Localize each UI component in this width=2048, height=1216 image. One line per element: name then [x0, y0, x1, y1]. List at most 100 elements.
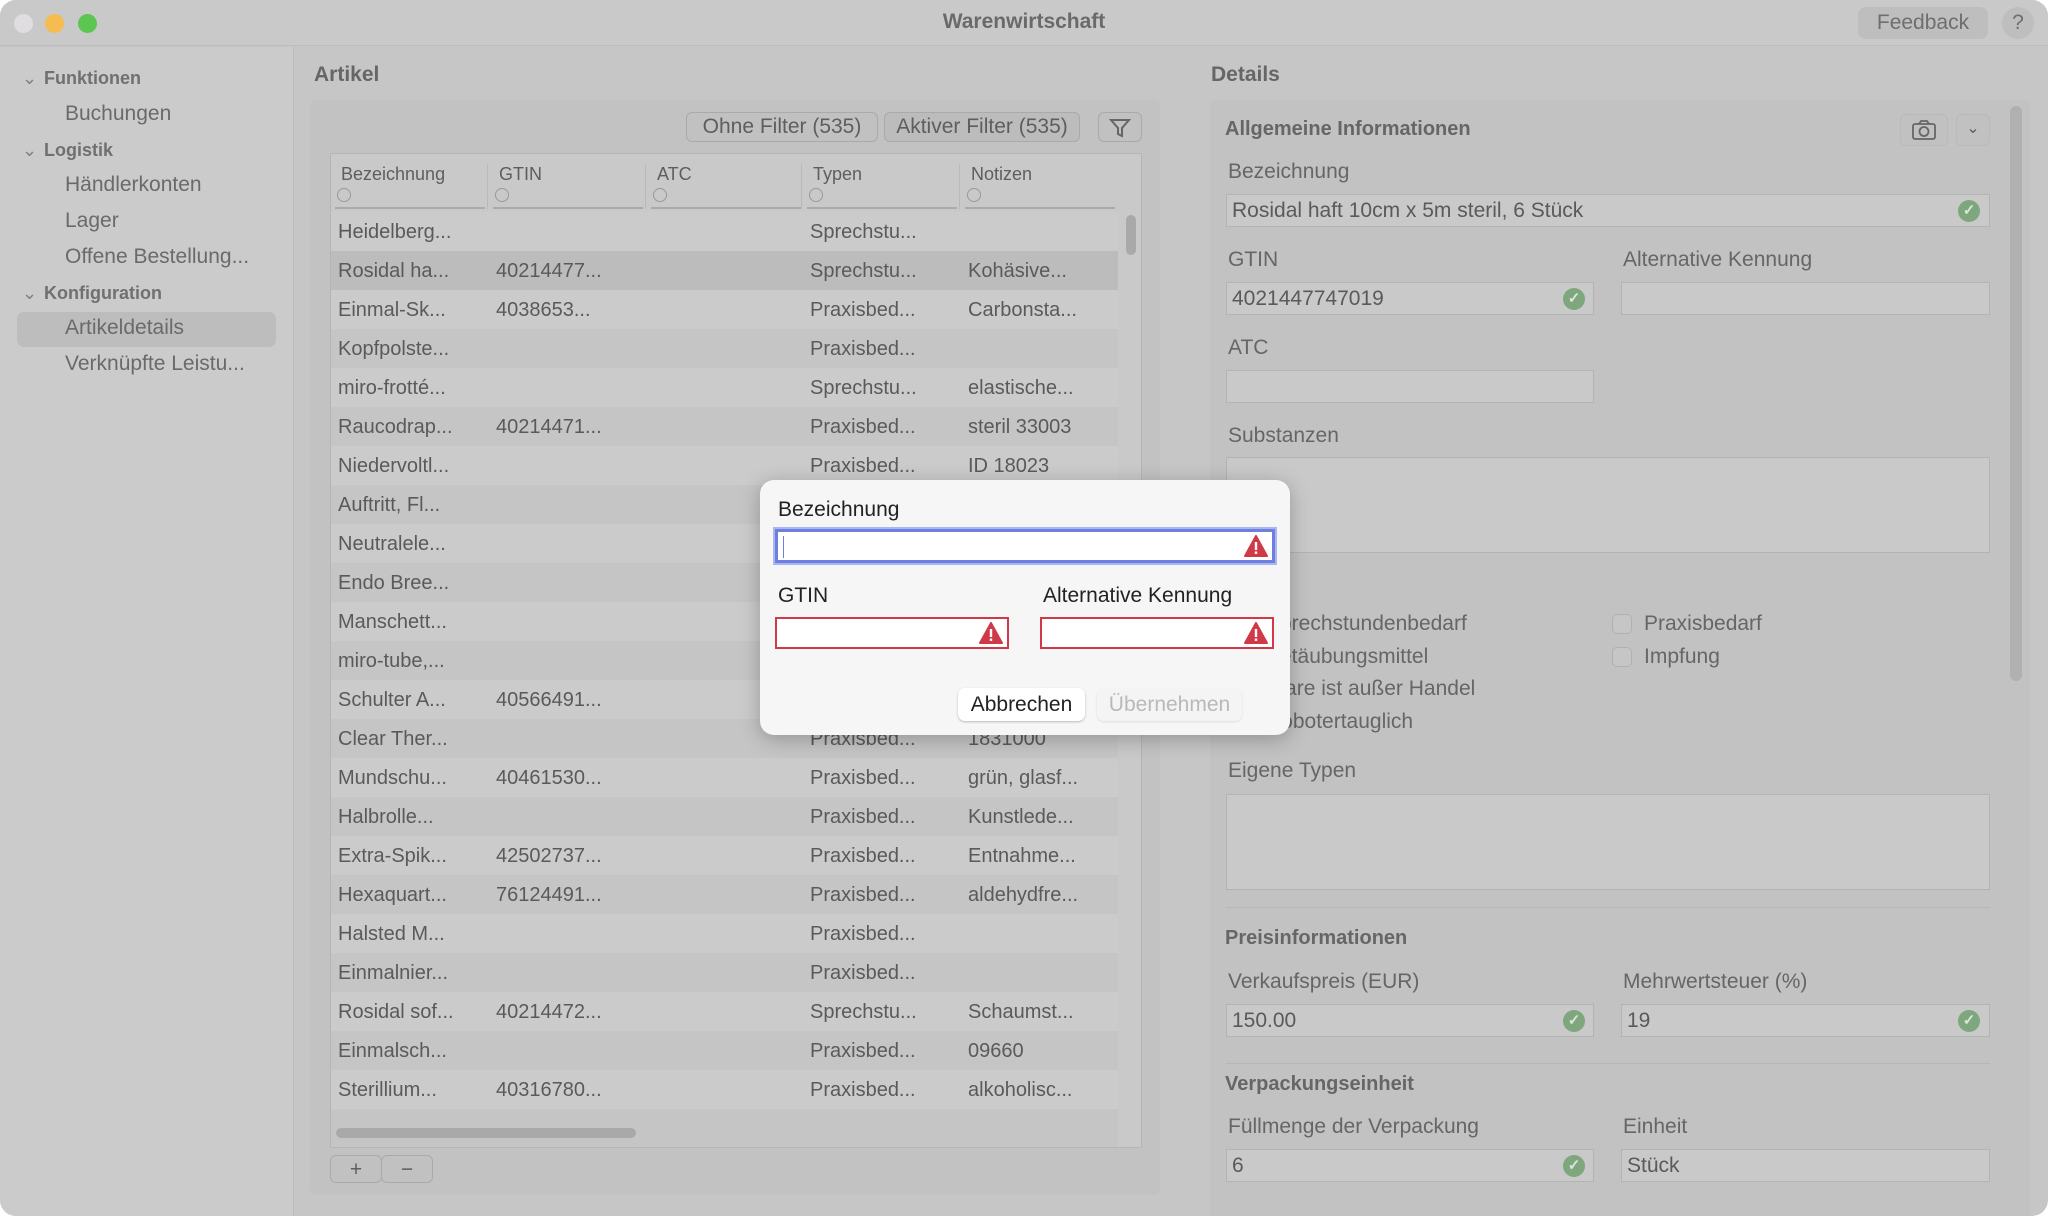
table-cell-gtin: 40566491... [496, 689, 602, 711]
more-dropdown-button[interactable]: ⌄ [1956, 114, 1990, 146]
divider [1226, 907, 1990, 908]
table-row[interactable]: Heidelberg... Sprechstu... [331, 212, 1118, 251]
column-filter-icon[interactable] [495, 188, 509, 202]
dialog-gtin-input[interactable] [775, 617, 1009, 649]
table-cell-gtin: 4038653... [496, 299, 591, 321]
column-separator[interactable] [801, 164, 802, 209]
column-filter-line [335, 207, 485, 209]
apply-button[interactable]: Übernehmen [1097, 688, 1242, 721]
price-heading: Preisinformationen [1225, 927, 1408, 949]
table-cell-typen: Praxisbed... [810, 884, 916, 906]
table-cell-typen: Praxisbed... [810, 962, 916, 984]
sidebar-item-lager[interactable]: Lager [65, 209, 119, 233]
atc-field[interactable] [1226, 370, 1594, 403]
table-row[interactable]: miro-frotté... Sprechstu... elastische... [331, 368, 1118, 407]
fuellmenge-field[interactable]: 6 [1226, 1149, 1594, 1182]
alt-kennung-field[interactable] [1621, 282, 1990, 315]
column-header-notizen[interactable]: Notizen [971, 164, 1032, 185]
filter-active-button[interactable]: Aktiver Filter (535) [884, 112, 1080, 142]
column-header-gtin[interactable]: GTIN [499, 164, 542, 185]
table-row[interactable]: Sterillium... 40316780... Praxisbed... alko… [331, 1070, 1118, 1109]
einheit-field[interactable]: Stück [1621, 1149, 1990, 1182]
checkbox-label: Ware ist außer Handel [1266, 677, 1476, 700]
table-row[interactable]: Extra-Spik... 42502737... Praxisbed... Entn… [331, 836, 1118, 875]
general-info-heading: Allgemeine Informationen [1225, 118, 1471, 140]
sidebar-section-funktionen[interactable]: ⌄ Funktionen [22, 68, 141, 89]
section-label: Funktionen [44, 68, 141, 88]
column-separator[interactable] [487, 164, 488, 209]
checkbox-praxisbedarf[interactable] [1612, 614, 1632, 634]
column-filter-icon[interactable] [967, 188, 981, 202]
gtin-label: GTIN [1228, 248, 1279, 271]
table-cell-notizen: aldehydfre... [968, 884, 1079, 906]
horizontal-scrollbar[interactable] [336, 1128, 636, 1138]
sidebar-section-logistik[interactable]: ⌄ Logistik [22, 140, 113, 161]
camera-button[interactable] [1900, 114, 1948, 146]
packaging-heading: Verpackungseinheit [1225, 1073, 1414, 1095]
table-row[interactable]: Hexaquart... 76124491... Praxisbed... aldeh… [331, 875, 1118, 914]
table-cell-bezeichnung: miro-frotté... [338, 377, 446, 399]
gtin-field[interactable]: 4021447747019 [1226, 282, 1594, 315]
sidebar-section-konfiguration[interactable]: ⌄ Konfiguration [22, 283, 162, 304]
column-filter-icon[interactable] [809, 188, 823, 202]
filter-none-button[interactable]: Ohne Filter (535) [686, 112, 878, 142]
chevron-down-icon: ⌄ [22, 68, 38, 88]
vertical-scrollbar[interactable] [1126, 215, 1136, 255]
funnel-icon [1108, 119, 1132, 138]
feedback-button[interactable]: Feedback [1858, 7, 1988, 39]
table-cell-notizen: steril 33003 [968, 416, 1072, 438]
filter-button[interactable] [1098, 112, 1142, 142]
column-filter-icon[interactable] [337, 188, 351, 202]
column-separator[interactable] [645, 164, 646, 209]
table-row[interactable]: Rosidal sof... 40214472... Sprechstu... Sch… [331, 992, 1118, 1031]
column-filter-icon[interactable] [653, 188, 667, 202]
table-row[interactable]: Einmal-Sk... 4038653... Praxisbed... Carbon… [331, 290, 1118, 329]
checkbox-label: Sprechstundenbedarf [1266, 612, 1467, 635]
column-header-bezeichnung[interactable]: Bezeichnung [341, 164, 445, 185]
add-button[interactable]: + [330, 1155, 382, 1183]
table-cell-typen: Praxisbed... [810, 455, 916, 477]
details-title: Details [1211, 63, 1280, 86]
table-row[interactable]: Halsted M... Praxisbed... [331, 914, 1118, 953]
table-cell-bezeichnung: Niedervoltl... [338, 455, 450, 477]
table-row[interactable]: Kopfpolste... Praxisbed... [331, 329, 1118, 368]
checkmark-icon: ✓ [1958, 200, 1980, 222]
table-row[interactable]: Rosidal ha... 40214477... Sprechstu... Kohä… [331, 251, 1118, 290]
bezeichnung-field[interactable]: Rosidal haft 10cm x 5m steril, 6 Stück [1226, 194, 1990, 227]
text-cursor [783, 536, 784, 558]
cancel-button[interactable]: Abbrechen [958, 688, 1085, 721]
mwst-field[interactable]: 19 [1621, 1004, 1990, 1037]
table-cell-typen: Praxisbed... [810, 923, 916, 945]
app-window: Warenwirtschaft Feedback ? ⌄ Funktionen B… [0, 0, 2048, 1216]
sidebar-item-verknuepfte-leistungen[interactable]: Verknüpfte Leistu... [65, 352, 245, 376]
table-row[interactable]: Raucodrap... 40214471... Praxisbed... steri… [331, 407, 1118, 446]
details-scrollbar[interactable] [2010, 106, 2022, 681]
checkmark-icon: ✓ [1563, 1010, 1585, 1032]
column-separator[interactable] [959, 164, 960, 209]
table-row[interactable]: Einmalsch... Praxisbed... 09660 [331, 1031, 1118, 1070]
eigene-typen-field[interactable] [1226, 794, 1990, 890]
checkbox-impfung[interactable] [1612, 647, 1632, 667]
remove-button[interactable]: − [381, 1155, 433, 1183]
help-button[interactable]: ? [2002, 7, 2034, 39]
table-cell-notizen: ID 18023 [968, 455, 1050, 477]
table-row[interactable]: Mundschu... 40461530... Praxisbed... grün, … [331, 758, 1118, 797]
sidebar-item-offene-bestellungen[interactable]: Offene Bestellung... [65, 245, 249, 269]
substanzen-field[interactable] [1226, 457, 1990, 553]
sidebar-item-haendlerkonten[interactable]: Händlerkonten [65, 173, 202, 197]
eigene-typen-label: Eigene Typen [1228, 759, 1357, 782]
dialog-alt-input[interactable] [1040, 617, 1274, 649]
table-cell-bezeichnung: Manschett... [338, 611, 447, 633]
sidebar-item-buchungen[interactable]: Buchungen [65, 102, 171, 126]
table-row[interactable]: Einmalnier... Praxisbed... [331, 953, 1118, 992]
verkaufspreis-field[interactable]: 150.00 [1226, 1004, 1594, 1037]
table-cell-typen: Praxisbed... [810, 416, 916, 438]
new-article-dialog: Bezeichnung GTIN Alternative Kennung Abb… [760, 480, 1290, 735]
table-cell-notizen: elastische... [968, 377, 1074, 399]
table-row[interactable]: Halbrolle... Praxisbed... Kunstlede... [331, 797, 1118, 836]
column-header-atc[interactable]: ATC [657, 164, 692, 185]
table-cell-bezeichnung: Mundschu... [338, 767, 447, 789]
dialog-bezeichnung-input[interactable] [775, 529, 1275, 563]
sidebar-item-artikeldetails[interactable]: Artikeldetails [65, 316, 184, 340]
column-header-typen[interactable]: Typen [813, 164, 862, 185]
